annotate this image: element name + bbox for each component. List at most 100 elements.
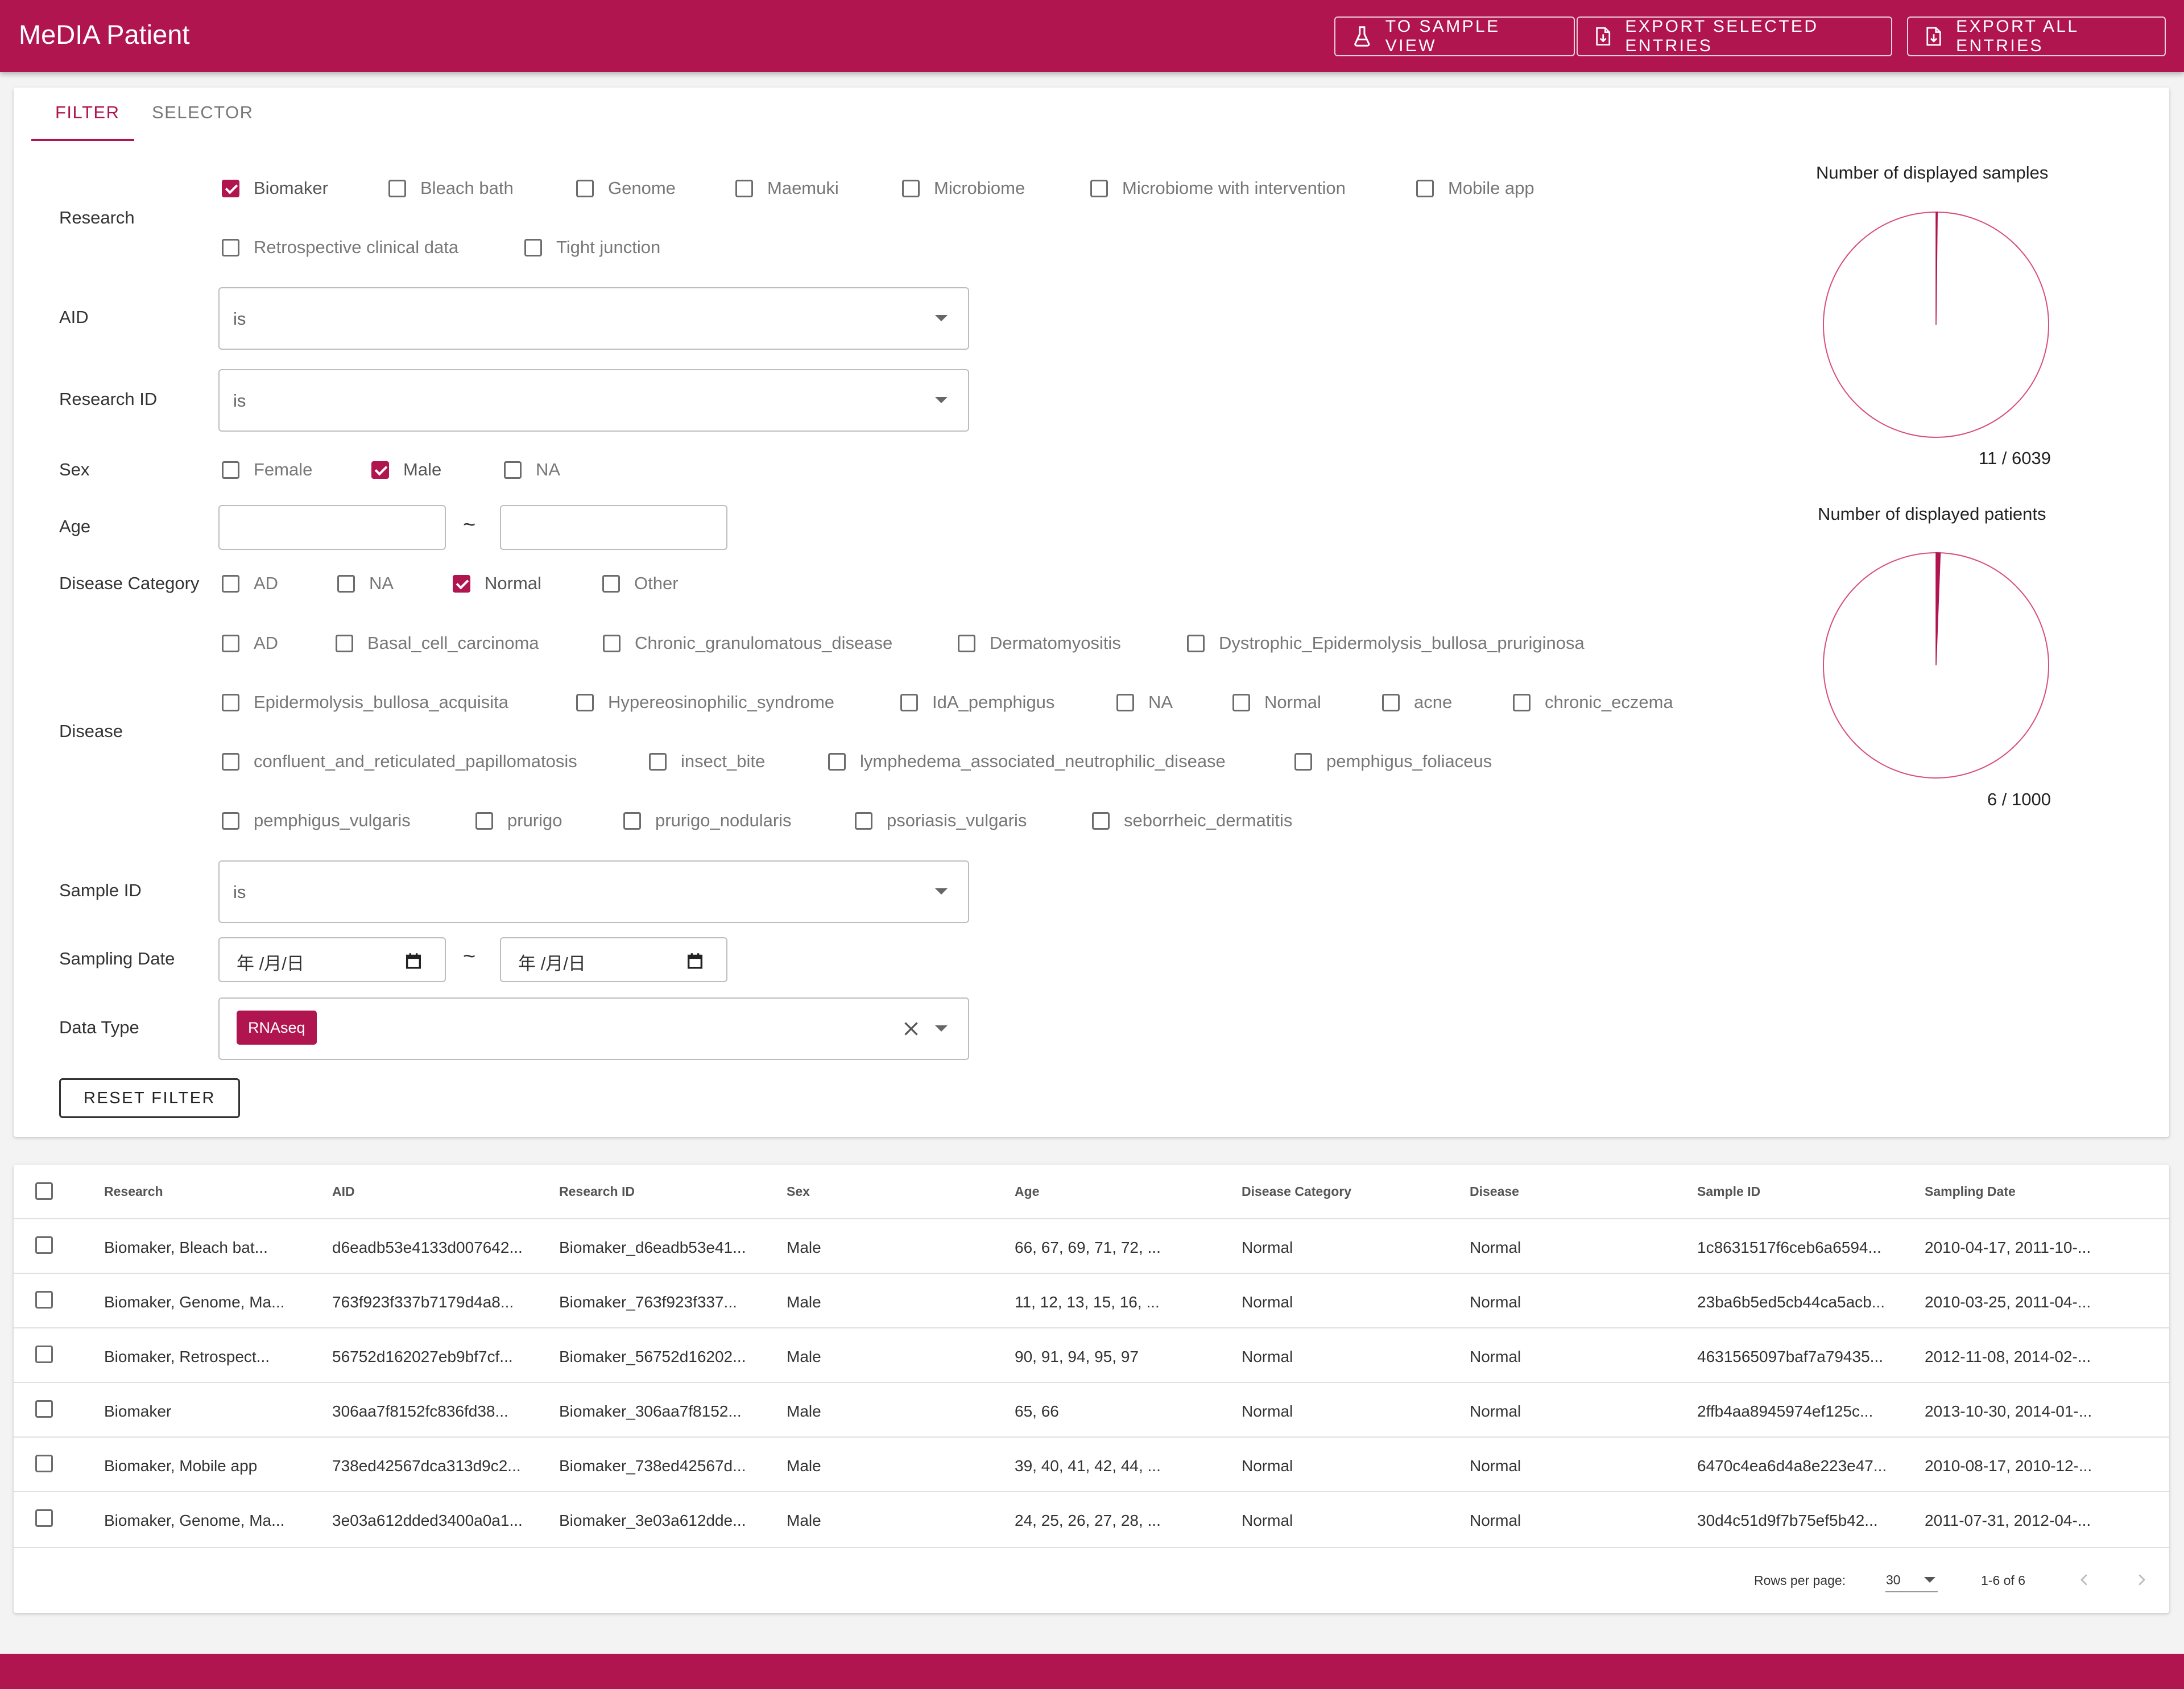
checkbox[interactable]	[855, 812, 872, 830]
research-option-maemuki[interactable]: Maemuki	[735, 174, 839, 202]
checkbox[interactable]	[576, 693, 594, 711]
checkbox[interactable]	[371, 461, 389, 479]
checkbox[interactable]	[623, 812, 641, 830]
checkbox[interactable]	[902, 179, 920, 197]
checkbox[interactable]	[1232, 693, 1250, 711]
data-type-chip[interactable]: RNAseq	[237, 1011, 317, 1045]
disease-option[interactable]: psoriasis_vulgaris	[855, 806, 1027, 835]
disease-option[interactable]: pemphigus_foliaceus	[1294, 747, 1492, 776]
checkbox[interactable]	[1416, 179, 1434, 197]
checkbox[interactable]	[958, 634, 975, 652]
age-max-input[interactable]	[500, 505, 727, 550]
disease-option[interactable]: acne	[1382, 688, 1452, 717]
checkbox[interactable]	[222, 634, 239, 652]
research-option-mobile-app[interactable]: Mobile app	[1416, 174, 1534, 202]
research-option-tight-junction[interactable]: Tight junction	[524, 233, 660, 262]
checkbox[interactable]	[222, 179, 239, 197]
disease-category-option-other[interactable]: Other	[602, 569, 679, 598]
column-header-sampling-date[interactable]: Sampling Date	[1925, 1184, 2016, 1199]
row-checkbox[interactable]	[35, 1455, 53, 1472]
row-checkbox[interactable]	[35, 1291, 53, 1309]
age-min-input[interactable]	[218, 505, 446, 550]
research-option-retrospective[interactable]: Retrospective clinical data	[222, 233, 458, 262]
column-header-research[interactable]: Research	[104, 1184, 163, 1199]
sampling-date-from-input[interactable]: 年 /月/日	[218, 937, 446, 982]
checkbox[interactable]	[1294, 752, 1312, 771]
select-all-checkbox[interactable]	[35, 1182, 53, 1200]
row-checkbox[interactable]	[35, 1509, 53, 1527]
checkbox[interactable]	[222, 693, 239, 711]
disease-option[interactable]: Dystrophic_Epidermolysis_bullosa_prurigi…	[1187, 629, 1585, 657]
column-header-age[interactable]: Age	[1015, 1184, 1039, 1199]
tab-selector[interactable]: SELECTOR	[152, 102, 254, 123]
checkbox[interactable]	[1116, 693, 1134, 711]
disease-category-option-normal[interactable]: Normal	[453, 569, 541, 598]
checkbox[interactable]	[453, 574, 470, 593]
disease-option[interactable]: AD	[222, 629, 278, 657]
sex-option-female[interactable]: Female	[222, 456, 312, 484]
column-header-aid[interactable]: AID	[332, 1184, 355, 1199]
research-option-biomaker[interactable]: Biomaker	[222, 174, 328, 202]
checkbox[interactable]	[649, 752, 667, 771]
clear-icon[interactable]	[901, 1019, 921, 1039]
disease-option[interactable]: Basal_cell_carcinoma	[336, 629, 539, 657]
table-row[interactable]: Biomaker 306aa7f8152fc836fd38... Biomake…	[14, 1382, 2169, 1438]
checkbox[interactable]	[603, 634, 621, 652]
sex-option-na[interactable]: NA	[504, 456, 560, 484]
export-selected-button[interactable]: EXPORT SELECTED ENTRIES	[1577, 16, 1892, 56]
checkbox[interactable]	[388, 179, 406, 197]
chevron-left-icon[interactable]	[2076, 1570, 2093, 1590]
checkbox[interactable]	[1382, 693, 1400, 711]
row-checkbox[interactable]	[35, 1400, 53, 1418]
research-option-microbiome[interactable]: Microbiome	[902, 174, 1025, 202]
checkbox[interactable]	[222, 752, 239, 771]
table-row[interactable]: Biomaker, Retrospect... 56752d162027eb9b…	[14, 1327, 2169, 1383]
disease-option[interactable]: IdA_pemphigus	[900, 688, 1054, 717]
row-checkbox[interactable]	[35, 1236, 53, 1254]
column-header-research-id[interactable]: Research ID	[559, 1184, 635, 1199]
disease-category-option-na[interactable]: NA	[337, 569, 394, 598]
checkbox[interactable]	[336, 634, 353, 652]
research-option-bleach-bath[interactable]: Bleach bath	[388, 174, 514, 202]
export-all-button[interactable]: EXPORT ALL ENTRIES	[1907, 16, 2166, 56]
disease-option[interactable]: Normal	[1232, 688, 1321, 717]
checkbox[interactable]	[222, 461, 239, 479]
to-sample-view-button[interactable]: TO SAMPLE VIEW	[1334, 16, 1575, 56]
checkbox[interactable]	[504, 461, 522, 479]
checkbox[interactable]	[524, 238, 542, 256]
checkbox[interactable]	[576, 179, 594, 197]
reset-filter-button[interactable]: RESET FILTER	[59, 1078, 240, 1118]
calendar-icon[interactable]	[404, 951, 423, 970]
disease-option[interactable]: confluent_and_reticulated_papillomatosis	[222, 747, 577, 776]
disease-option[interactable]: Epidermolysis_bullosa_acquisita	[222, 688, 508, 717]
checkbox[interactable]	[735, 179, 753, 197]
disease-option[interactable]: prurigo	[475, 806, 562, 835]
checkbox[interactable]	[222, 574, 239, 593]
table-row[interactable]: Biomaker, Genome, Ma... 3e03a612dded3400…	[14, 1491, 2169, 1548]
table-row[interactable]: Biomaker, Bleach bat... d6eadb53e4133d00…	[14, 1218, 2169, 1274]
disease-option[interactable]: NA	[1116, 688, 1173, 717]
checkbox[interactable]	[222, 812, 239, 830]
research-option-genome[interactable]: Genome	[576, 174, 676, 202]
sex-option-male[interactable]: Male	[371, 456, 441, 484]
calendar-icon[interactable]	[685, 951, 705, 970]
checkbox[interactable]	[475, 812, 493, 830]
data-type-select[interactable]	[218, 997, 969, 1060]
column-header-sample-id[interactable]: Sample ID	[1697, 1184, 1760, 1199]
column-header-disease-category[interactable]: Disease Category	[1242, 1184, 1351, 1199]
checkbox[interactable]	[1187, 634, 1205, 652]
table-row[interactable]: Biomaker, Genome, Ma... 763f923f337b7179…	[14, 1273, 2169, 1328]
rows-per-page-select[interactable]: 30	[1885, 1564, 1938, 1592]
tab-filter[interactable]: FILTER	[55, 102, 120, 123]
checkbox[interactable]	[1513, 693, 1531, 711]
sampling-date-to-input[interactable]: 年 /月/日	[500, 937, 727, 982]
column-header-sex[interactable]: Sex	[787, 1184, 810, 1199]
disease-option[interactable]: Chronic_granulomatous_disease	[603, 629, 892, 657]
aid-select[interactable]: is	[218, 287, 969, 350]
checkbox[interactable]	[1092, 812, 1110, 830]
disease-option[interactable]: Dermatomyositis	[958, 629, 1121, 657]
disease-category-option-ad[interactable]: AD	[222, 569, 278, 598]
disease-option[interactable]: seborrheic_dermatitis	[1092, 806, 1292, 835]
row-checkbox[interactable]	[35, 1346, 53, 1363]
disease-option[interactable]: chronic_eczema	[1513, 688, 1673, 717]
